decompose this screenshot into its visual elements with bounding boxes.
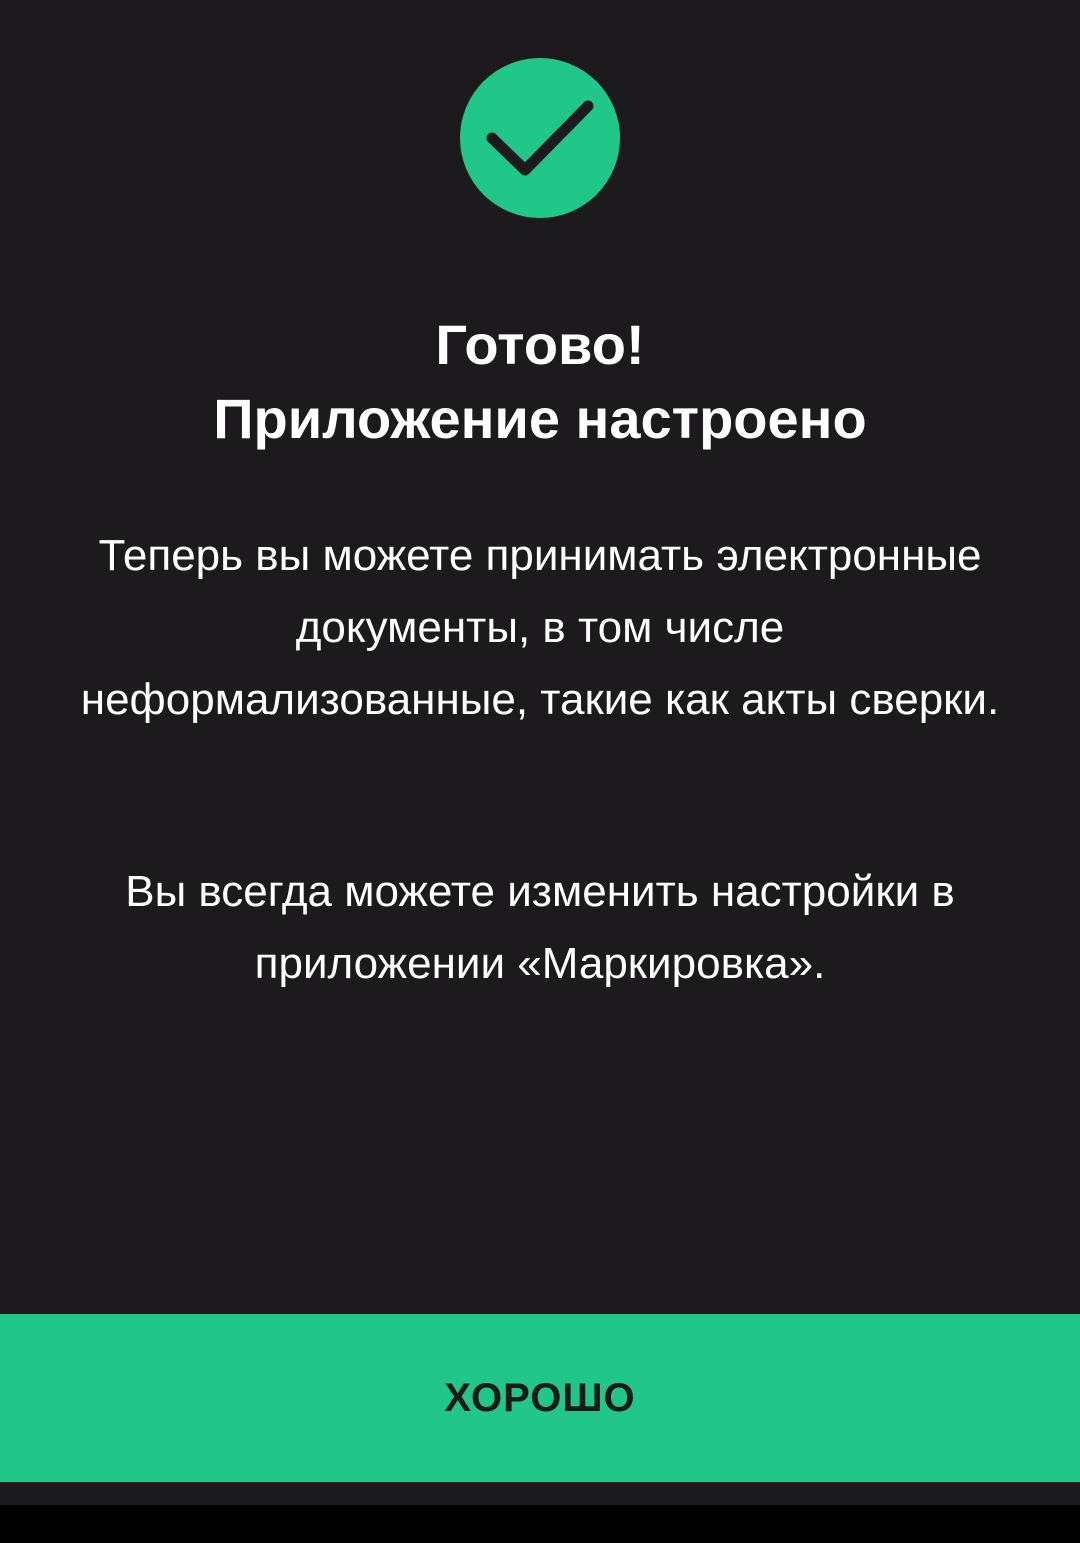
- title-line-1: Готово!: [435, 313, 645, 376]
- checkmark-circle-icon: [460, 58, 620, 218]
- title-line-2: Приложение настроено: [213, 387, 867, 450]
- description-text: Теперь вы можете принимать электронные д…: [80, 531, 1000, 724]
- success-screen: Готово! Приложение настроено Теперь вы м…: [0, 0, 1080, 1505]
- navigation-bar: [0, 1505, 1080, 1543]
- settings-hint-text: Вы всегда можете изменить настройки в пр…: [125, 867, 955, 988]
- checkmark-icon: [486, 100, 594, 176]
- page-title: Готово! Приложение настроено: [0, 308, 1080, 456]
- ok-button[interactable]: ХОРОШО: [0, 1314, 1080, 1482]
- ok-button-label: ХОРОШО: [444, 1375, 636, 1420]
